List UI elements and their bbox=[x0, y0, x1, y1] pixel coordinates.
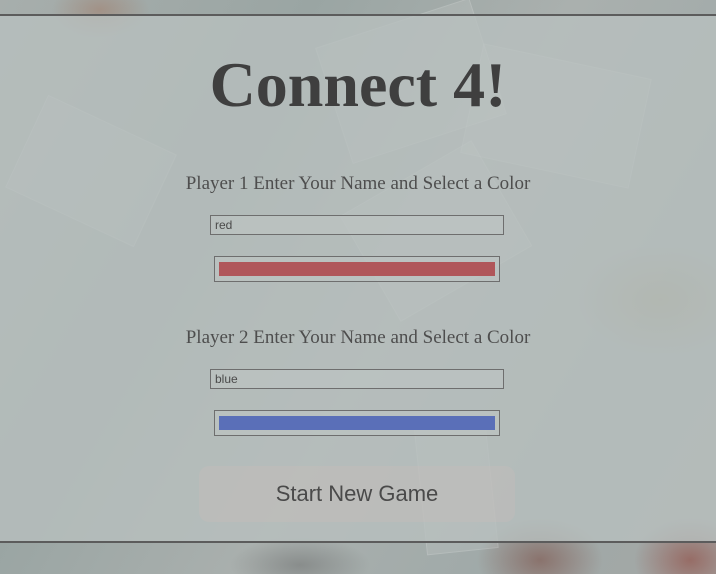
player2-prompt: Player 2 Enter Your Name and Select a Co… bbox=[185, 327, 531, 348]
player1-color-swatch bbox=[219, 262, 495, 276]
player2-color-picker[interactable] bbox=[214, 410, 500, 436]
player2-name-input[interactable] bbox=[210, 369, 504, 389]
player1-name-input[interactable] bbox=[210, 215, 504, 235]
start-new-game-button[interactable]: Start New Game bbox=[199, 466, 515, 522]
page-title: Connect 4! bbox=[209, 49, 507, 120]
player1-color-picker[interactable] bbox=[214, 256, 500, 282]
player1-prompt: Player 1 Enter Your Name and Select a Co… bbox=[185, 173, 531, 194]
game-setup-panel: Connect 4! Player 1 Enter Your Name and … bbox=[0, 14, 716, 543]
player2-color-swatch bbox=[219, 416, 495, 430]
